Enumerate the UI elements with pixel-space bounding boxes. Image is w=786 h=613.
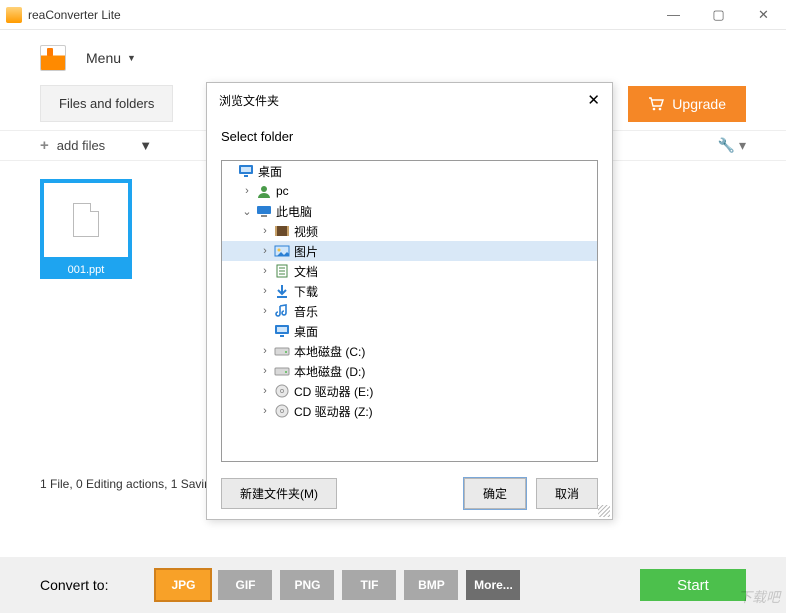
resize-grip[interactable]: [598, 505, 610, 517]
tree-item-label: 桌面: [258, 163, 282, 180]
maximize-button[interactable]: ▢: [696, 0, 741, 30]
cd-icon: [274, 404, 290, 418]
tree-item[interactable]: › 下载: [222, 281, 597, 301]
disk-icon: [274, 344, 290, 358]
expand-icon[interactable]: ›: [240, 185, 254, 197]
tree-item[interactable]: ⌄ 此电脑: [222, 201, 597, 221]
expand-icon[interactable]: ›: [258, 405, 272, 417]
expand-icon[interactable]: ›: [258, 285, 272, 297]
add-files-dropdown[interactable]: + add files ▼: [40, 137, 152, 154]
dialog-button-row: 新建文件夹(M) 确定 取消: [207, 462, 612, 519]
ok-button[interactable]: 确定: [464, 478, 526, 509]
dialog-instruction: Select folder: [207, 117, 612, 160]
pc-icon: [256, 204, 272, 218]
desktop-icon: [274, 324, 290, 338]
tree-item-label: 视频: [294, 223, 318, 240]
minimize-button[interactable]: —: [651, 0, 696, 30]
tree-item-label: 下载: [294, 283, 318, 300]
start-button[interactable]: Start: [640, 569, 746, 601]
expand-icon[interactable]: ›: [258, 225, 272, 237]
tree-item[interactable]: › 本地磁盘 (C:): [222, 341, 597, 361]
tree-item[interactable]: ›桌面: [222, 161, 597, 181]
thumbnail-image: [40, 179, 132, 261]
dialog-close-button[interactable]: ✕: [587, 91, 600, 109]
app-logo-icon: [40, 45, 66, 71]
files-and-folders-button[interactable]: Files and folders: [40, 85, 173, 122]
tree-item-label: 音乐: [294, 303, 318, 320]
cd-icon: [274, 384, 290, 398]
close-button[interactable]: ✕: [741, 0, 786, 30]
tree-item-label: 此电脑: [276, 203, 312, 220]
expand-icon[interactable]: ›: [258, 345, 272, 357]
expand-icon[interactable]: ›: [258, 385, 272, 397]
app-icon: [6, 7, 22, 23]
convert-to-label: Convert to:: [40, 577, 108, 593]
menu-dropdown[interactable]: Menu ▼: [86, 50, 136, 66]
dialog-titlebar: 浏览文件夹 ✕: [207, 83, 612, 117]
upgrade-button[interactable]: Upgrade: [628, 86, 746, 122]
menubar: Menu ▼: [0, 30, 786, 85]
expand-icon[interactable]: ›: [258, 365, 272, 377]
file-thumbnail[interactable]: 001.ppt: [40, 179, 132, 279]
tree-item[interactable]: ›桌面: [222, 321, 597, 341]
tree-item-label: CD 驱动器 (E:): [294, 383, 373, 400]
dialog-title: 浏览文件夹: [219, 92, 279, 109]
tree-item[interactable]: › 文档: [222, 261, 597, 281]
format-jpg-button[interactable]: JPG: [156, 570, 210, 600]
disk-icon: [274, 364, 290, 378]
browse-folder-dialog: 浏览文件夹 ✕ Select folder ›桌面›pc⌄此电脑›视频›图片›文…: [206, 82, 613, 520]
upgrade-label: Upgrade: [672, 96, 726, 112]
format-png-button[interactable]: PNG: [280, 570, 334, 600]
plus-icon: +: [40, 137, 49, 154]
folder-tree[interactable]: ›桌面›pc⌄此电脑›视频›图片›文档›下载›音乐›桌面›本地磁盘 (C:)›本…: [221, 160, 598, 462]
user-icon: [256, 184, 272, 198]
format-bmp-button[interactable]: BMP: [404, 570, 458, 600]
tree-item-label: CD 驱动器 (Z:): [294, 403, 373, 420]
tree-item-label: pc: [276, 184, 289, 198]
pictures-icon: [274, 244, 290, 258]
format-tif-button[interactable]: TIF: [342, 570, 396, 600]
collapse-icon[interactable]: ⌄: [240, 205, 254, 218]
file-icon: [73, 203, 99, 237]
download-icon: [274, 284, 290, 298]
music-icon: [274, 304, 290, 318]
cancel-button[interactable]: 取消: [536, 478, 598, 509]
tree-item[interactable]: › 视频: [222, 221, 597, 241]
cart-icon: [648, 97, 664, 111]
window-titlebar: reaConverter Lite — ▢ ✕: [0, 0, 786, 30]
tree-item-label: 桌面: [294, 323, 318, 340]
tree-item[interactable]: › CD 驱动器 (E:): [222, 381, 597, 401]
chevron-down-icon: ▼: [127, 53, 136, 63]
format-gif-button[interactable]: GIF: [218, 570, 272, 600]
expand-icon[interactable]: ›: [258, 245, 272, 257]
expand-icon[interactable]: ›: [258, 265, 272, 277]
window-title: reaConverter Lite: [28, 8, 651, 22]
tree-item[interactable]: › 本地磁盘 (D:): [222, 361, 597, 381]
desktop-icon: [238, 164, 254, 178]
doc-icon: [274, 264, 290, 278]
tree-item-label: 本地磁盘 (C:): [294, 343, 365, 360]
tree-item[interactable]: › pc: [222, 181, 597, 201]
new-folder-button[interactable]: 新建文件夹(M): [221, 478, 337, 509]
thumbnail-filename: 001.ppt: [40, 261, 132, 279]
wrench-icon: 🔧: [718, 137, 735, 153]
bottom-bar: Convert to: JPG GIF PNG TIF BMP More... …: [0, 557, 786, 613]
chevron-down-icon: ▼: [139, 138, 152, 153]
tree-item[interactable]: › 图片: [222, 241, 597, 261]
video-icon: [274, 224, 290, 238]
tree-item[interactable]: › 音乐: [222, 301, 597, 321]
tree-item-label: 本地磁盘 (D:): [294, 363, 365, 380]
settings-dropdown[interactable]: 🔧 ▾: [718, 137, 746, 154]
expand-icon[interactable]: ›: [258, 305, 272, 317]
add-files-label: add files: [57, 138, 105, 153]
tree-item[interactable]: › CD 驱动器 (Z:): [222, 401, 597, 421]
tree-item-label: 图片: [294, 243, 318, 260]
chevron-down-icon: ▾: [739, 137, 746, 153]
format-more-button[interactable]: More...: [466, 570, 520, 600]
tree-item-label: 文档: [294, 263, 318, 280]
menu-label: Menu: [86, 50, 121, 66]
